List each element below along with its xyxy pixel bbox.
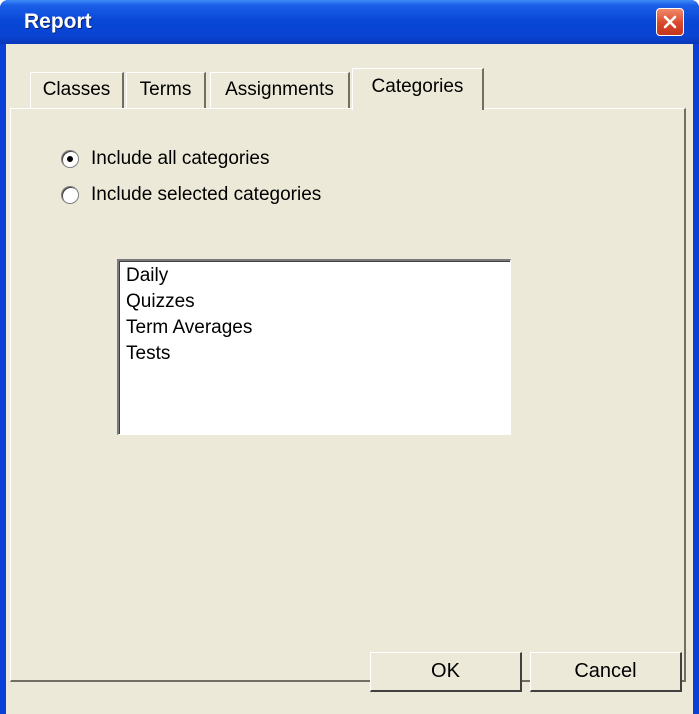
categories-listbox[interactable]: Daily Quizzes Term Averages Tests	[117, 259, 511, 435]
radio-selected-dot	[67, 156, 73, 162]
list-item[interactable]: Tests	[126, 341, 510, 367]
tab-assignments[interactable]: Assignments	[210, 72, 350, 108]
list-item[interactable]: Term Averages	[126, 315, 510, 341]
ok-button[interactable]: OK	[370, 652, 522, 692]
tab-label: Assignments	[225, 79, 334, 100]
report-dialog: Report Classes Terms Assignments Categor…	[0, 0, 699, 714]
tab-label: Categories	[371, 76, 464, 97]
dialog-body: Classes Terms Assignments Categories Inc…	[6, 44, 693, 714]
radio-label: Include all categories	[91, 148, 270, 169]
categories-tab-panel: Include all categories Include selected …	[10, 108, 686, 682]
radio-icon[interactable]	[61, 186, 79, 204]
window-title: Report	[24, 10, 92, 33]
list-item[interactable]: Daily	[126, 263, 510, 289]
tab-label: Classes	[42, 79, 111, 100]
radio-icon[interactable]	[61, 150, 79, 168]
tab-categories[interactable]: Categories	[352, 68, 484, 110]
close-button[interactable]	[656, 8, 684, 36]
radio-label: Include selected categories	[91, 184, 322, 205]
tab-label: Terms	[139, 79, 192, 100]
cancel-button[interactable]: Cancel	[530, 652, 682, 692]
tab-classes[interactable]: Classes	[30, 72, 124, 108]
tab-terms[interactable]: Terms	[126, 72, 206, 108]
close-icon	[663, 15, 677, 29]
title-bar[interactable]: Report	[0, 0, 699, 44]
list-item[interactable]: Quizzes	[126, 289, 510, 315]
